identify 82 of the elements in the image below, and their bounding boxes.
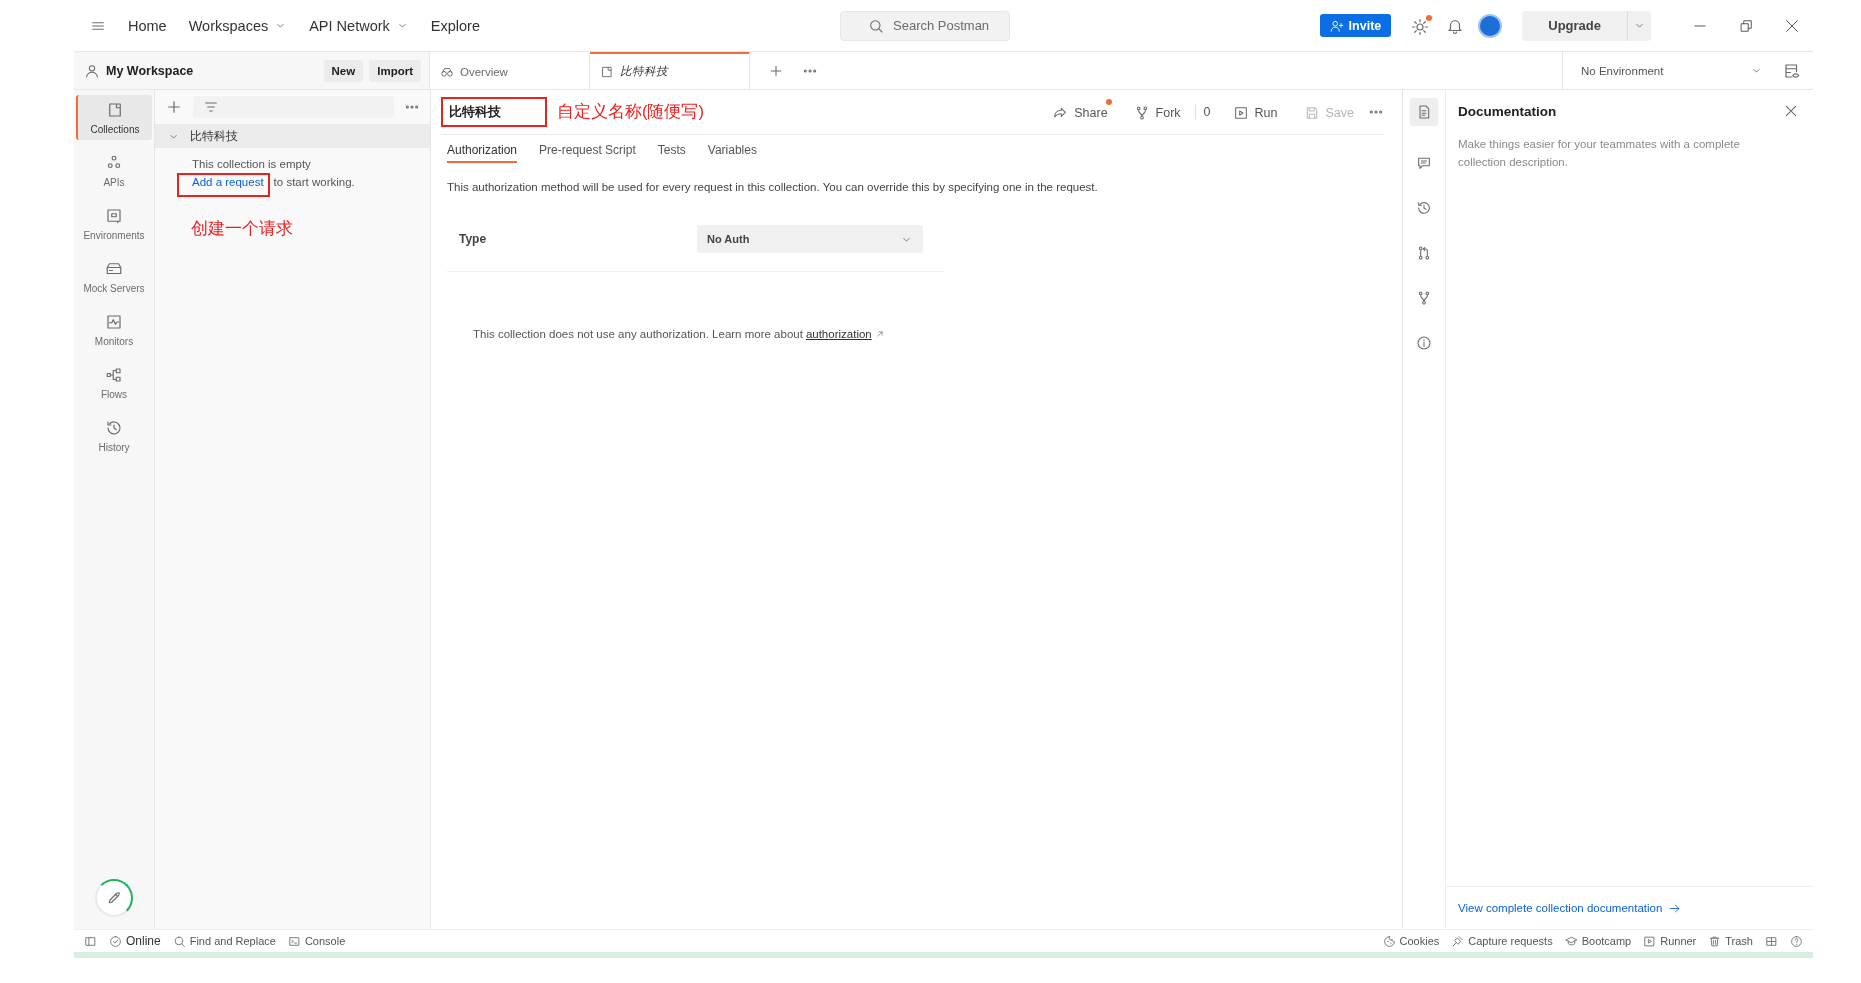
fork-icon[interactable]: [1416, 290, 1432, 306]
flow-icon: [105, 365, 123, 384]
status-item[interactable]: Capture requests: [1451, 934, 1553, 948]
status-item[interactable]: Trash: [1708, 934, 1753, 948]
sidebar-item[interactable]: Flows: [77, 360, 151, 405]
grid-icon[interactable]: [1765, 934, 1778, 948]
tab-label: Overview: [460, 65, 508, 78]
sidebar-item[interactable]: Mock Servers: [77, 254, 151, 299]
status-item[interactable]: Find and Replace: [172, 934, 276, 948]
person-plus-icon: [1329, 18, 1344, 33]
external-link-icon: [874, 329, 885, 339]
sidebar-item[interactable]: Environments: [77, 201, 151, 246]
share-arrow-icon: [1052, 105, 1069, 121]
history-icon[interactable]: [1416, 200, 1432, 216]
status-item[interactable]: Console: [287, 934, 346, 948]
tab[interactable]: Tests: [657, 143, 686, 163]
sidebar-item[interactable]: APIs: [77, 148, 151, 193]
terminal-icon: [287, 934, 301, 948]
close-icon[interactable]: [1783, 103, 1799, 119]
toolbar-button[interactable]: Run: [1232, 99, 1282, 125]
description-field[interactable]: Make things easier for your teammates with a complete collection description.: [1458, 136, 1773, 172]
empty-message: This collection is empty: [192, 158, 312, 170]
add-request-link[interactable]: Add a request: [192, 176, 264, 188]
authorization-link[interactable]: authorization: [805, 328, 872, 340]
environment-quick-look-icon[interactable]: [1783, 61, 1801, 80]
pulse-chart-icon: [105, 312, 123, 331]
sidebar-item[interactable]: Monitors: [77, 307, 151, 352]
status-item[interactable]: Online: [109, 934, 161, 948]
tab[interactable]: Authorization: [447, 143, 518, 163]
workspace-button[interactable]: Import: [369, 59, 421, 82]
nav-link[interactable]: Home: [128, 17, 167, 34]
help-icon[interactable]: [1790, 934, 1803, 948]
tab[interactable]: 比特科技: [590, 52, 750, 89]
toolbar-button[interactable]: Share: [1052, 99, 1112, 125]
auth-type-dropdown[interactable]: No Auth: [697, 225, 923, 253]
pull-request-icon[interactable]: [1416, 245, 1432, 261]
nav-link[interactable]: Explore: [430, 17, 480, 34]
documentation-link[interactable]: View complete collection documentation: [1458, 902, 1663, 914]
description-text: This authorization method will be used for every request in this collection. You can override this by specifying one in the request.: [447, 181, 1099, 193]
avatar-icon[interactable]: [1478, 13, 1503, 38]
tab-label: 比特科技: [620, 64, 668, 79]
note-text: This collection does not use any authorization. Learn more about: [473, 328, 803, 340]
document-icon: [600, 64, 614, 79]
sidebar-toggle-icon[interactable]: [84, 934, 97, 948]
sidebar-item[interactable]: Collections: [76, 95, 152, 140]
annotation-text: 创建一个请求: [191, 218, 293, 239]
graduation-cap-icon: [1564, 934, 1578, 948]
invite-button[interactable]: Invite: [1319, 14, 1392, 37]
plus-icon[interactable]: [165, 98, 183, 116]
toolbar-button[interactable]: Fork: [1133, 99, 1185, 125]
environment-dropdown[interactable]: No Environment: [1581, 64, 1763, 77]
sidebar-item[interactable]: History: [77, 413, 151, 458]
annotation-text: 自定义名称(随便写): [557, 101, 704, 122]
document-icon[interactable]: [1410, 98, 1438, 126]
filter-field[interactable]: [193, 96, 394, 118]
info-icon[interactable]: [1416, 335, 1432, 351]
play-icon: [1643, 934, 1657, 948]
history-icon: [105, 418, 123, 437]
panel-title: Documentation: [1458, 103, 1557, 119]
status-item[interactable]: Bootcamp: [1564, 934, 1632, 948]
tab[interactable]: Variables: [707, 143, 757, 163]
search-field[interactable]: Search Postman: [840, 10, 1010, 41]
user-icon: [84, 62, 100, 79]
search-icon: [172, 934, 186, 948]
tab[interactable]: Pre-request Script: [539, 143, 636, 163]
nav-link[interactable]: API Network: [309, 17, 409, 34]
status-item[interactable]: Cookies: [1382, 934, 1440, 948]
filter-icon: [203, 99, 219, 115]
nav-link[interactable]: Workspaces: [188, 17, 288, 34]
collection-item[interactable]: 比特科技: [155, 124, 430, 148]
cookie-icon: [1382, 934, 1396, 948]
play-icon: [1232, 105, 1249, 121]
type-label: Type: [459, 232, 488, 246]
document-icon: [106, 100, 124, 119]
hint-text: to start working.: [273, 176, 355, 188]
collection-name-field[interactable]: 比特科技: [441, 97, 547, 127]
comment-icon[interactable]: [1416, 155, 1432, 171]
fork-count: 0: [1194, 105, 1211, 119]
status-item[interactable]: Runner: [1643, 934, 1697, 948]
workspace-name[interactable]: My Workspace: [106, 63, 318, 78]
workspace-button[interactable]: New: [323, 59, 364, 82]
trash-icon: [1708, 934, 1722, 948]
